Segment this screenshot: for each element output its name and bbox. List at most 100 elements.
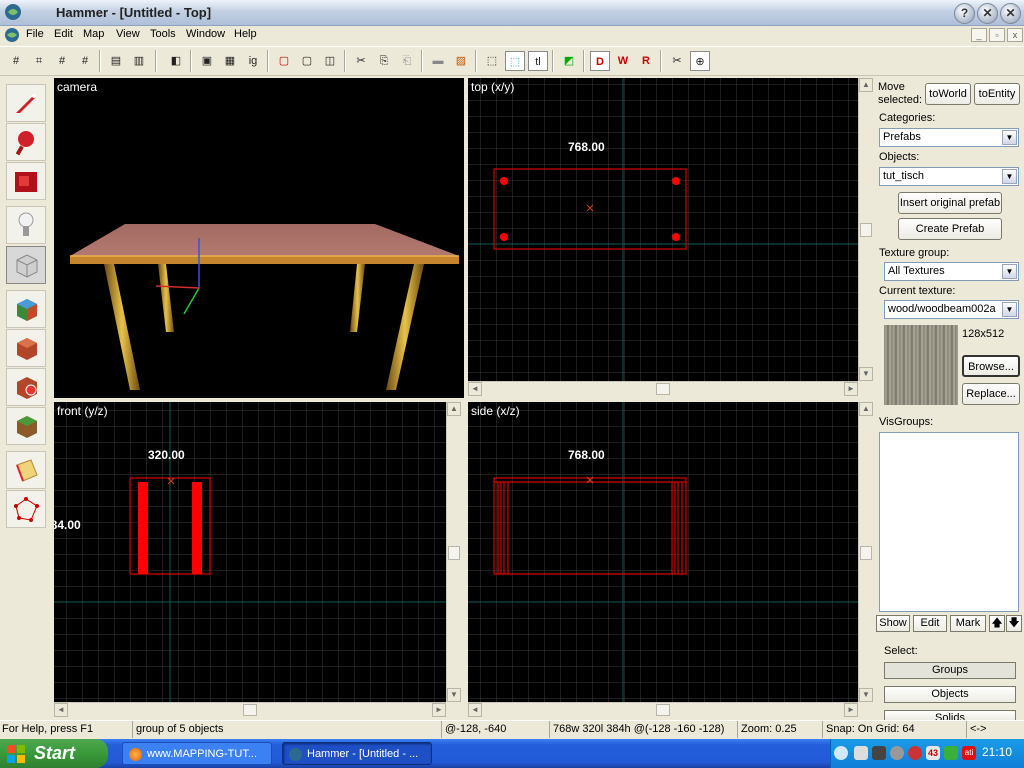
menu-view[interactable]: View xyxy=(116,28,140,40)
side-horizontal-scrollbar[interactable]: ◄ ► xyxy=(468,702,858,717)
grid-larger-icon[interactable]: # xyxy=(75,51,95,71)
toggle-vertex-icon[interactable]: W xyxy=(613,51,633,71)
categories-select[interactable]: Prefabs ▼ xyxy=(879,128,1019,147)
close-button[interactable]: ✕ xyxy=(1000,3,1021,24)
viewport-label-top: top (x/y) xyxy=(471,80,515,94)
texture-apply-icon[interactable]: ▨ xyxy=(451,51,471,71)
select-box-icon[interactable]: ⬚ xyxy=(482,51,502,71)
front-viewport-grid xyxy=(54,402,446,702)
front-vertical-scrollbar[interactable]: ▲ ▼ xyxy=(446,402,461,702)
start-button[interactable]: Start xyxy=(0,739,108,768)
status-help: For Help, press F1 xyxy=(2,723,94,735)
title-bar[interactable]: Hammer - [Untitled - Top] ? ✕ ✕ xyxy=(0,0,1024,26)
entity-tool-button[interactable] xyxy=(6,206,46,244)
arrow-down-icon[interactable]: 🡇 xyxy=(1006,615,1022,632)
scissors-clip-icon[interactable]: ✂ xyxy=(667,51,687,71)
insert-original-prefab-button[interactable]: Insert original prefab xyxy=(898,192,1002,214)
front-horizontal-scrollbar[interactable]: ◄ ► xyxy=(54,702,446,717)
side-viewport[interactable]: side (x/z) 768.00 xyxy=(468,402,858,702)
top-width-dimension: 768.00 xyxy=(568,140,605,154)
taskbar-item-hammer[interactable]: Hammer - [Untitled - ... xyxy=(282,742,432,765)
tray-steam-icon[interactable] xyxy=(854,746,868,760)
menu-map[interactable]: Map xyxy=(83,28,104,40)
edit-visgroups-icon[interactable]: ◫ xyxy=(320,51,340,71)
tray-ati-icon[interactable] xyxy=(908,746,922,760)
cut-icon[interactable]: ✂ xyxy=(351,51,371,71)
selection-icon[interactable]: ⬚ xyxy=(505,51,525,71)
grid-toggle-icon[interactable]: # xyxy=(6,51,26,71)
menu-help[interactable]: Help xyxy=(234,28,257,40)
grid-smaller-icon[interactable]: # xyxy=(52,51,72,71)
move-to-world-icon[interactable]: ▦ xyxy=(220,51,240,71)
visgroups-list[interactable] xyxy=(879,432,1019,612)
visgroup-show-button[interactable]: Show xyxy=(876,615,910,632)
menu-edit[interactable]: Edit xyxy=(54,28,73,40)
status-size: 768w 320l 384h @(-128 -160 -128) xyxy=(553,723,725,735)
compass-icon[interactable]: ⊕ xyxy=(690,51,710,71)
menu-window[interactable]: Window xyxy=(186,28,225,40)
toggle-3d-grid-icon[interactable]: D xyxy=(590,51,610,71)
flip-icon[interactable]: ◩ xyxy=(559,51,579,71)
create-prefab-button[interactable]: Create Prefab xyxy=(898,218,1002,240)
visgroup-mark-button[interactable]: Mark xyxy=(950,615,986,632)
clipping-tool-button[interactable] xyxy=(6,451,46,489)
to-entity-button[interactable]: toEntity xyxy=(974,83,1020,105)
browse-button[interactable]: Browse... xyxy=(962,355,1020,377)
side-vertical-scrollbar[interactable]: ▲ ▼ xyxy=(858,402,873,702)
vertex-tool-button[interactable] xyxy=(6,490,46,528)
restore-button[interactable]: ✕ xyxy=(977,3,998,24)
camera-viewport[interactable]: camera xyxy=(54,78,464,398)
magnify-tool-button[interactable] xyxy=(6,123,46,161)
taskbar-item-browser[interactable]: www.MAPPING-TUT... xyxy=(122,742,272,765)
paste-icon[interactable]: ⎗ xyxy=(397,51,417,71)
tray-expand-icon[interactable] xyxy=(834,746,848,760)
selection-tool-button[interactable] xyxy=(6,84,46,122)
carve-icon[interactable]: ▤ xyxy=(106,51,126,71)
front-width-dimension: 320.00 xyxy=(148,448,185,462)
select-groups-button[interactable]: Groups xyxy=(884,662,1016,679)
apply-texture-button[interactable] xyxy=(6,329,46,367)
grid-3d-icon[interactable]: ⌗ xyxy=(29,51,49,71)
toggle-run-map-icon[interactable]: R xyxy=(636,51,656,71)
texture-lock-icon[interactable]: ▬ xyxy=(428,51,448,71)
to-world-button[interactable]: toWorld xyxy=(925,83,971,105)
select-solids-button[interactable]: Solids xyxy=(884,710,1016,720)
hide-items-icon[interactable]: ▢ xyxy=(274,51,294,71)
front-viewport[interactable]: front (y/z) 320.00 384.00 xyxy=(54,402,446,702)
top-vertical-scrollbar[interactable]: ▲ ▼ xyxy=(858,78,873,381)
arrow-up-icon[interactable]: 🡅 xyxy=(989,615,1005,632)
tray-ati-tool-icon[interactable]: ati xyxy=(962,746,976,760)
tray-network-icon[interactable] xyxy=(944,746,958,760)
tray-counter-icon[interactable]: 43 xyxy=(926,746,940,760)
objects-select[interactable]: tut_tisch ▼ xyxy=(879,167,1019,186)
current-texture-select[interactable]: wood/woodbeam002a ▼ xyxy=(884,300,1019,319)
texture-application-button[interactable] xyxy=(6,290,46,328)
select-objects-button[interactable]: Objects xyxy=(884,686,1016,703)
chevron-down-icon: ▼ xyxy=(1002,130,1017,145)
menu-file[interactable]: File xyxy=(26,28,44,40)
visgroup-edit-button[interactable]: Edit xyxy=(913,615,947,632)
mdi-restore-button[interactable]: ▫ xyxy=(989,28,1005,42)
overlay-tool-button[interactable] xyxy=(6,407,46,445)
texture-lock-toggle-icon[interactable]: tl xyxy=(528,51,548,71)
decal-tool-button[interactable] xyxy=(6,368,46,406)
tray-disc-icon[interactable] xyxy=(890,746,904,760)
mdi-close-button[interactable]: x xyxy=(1007,28,1023,42)
show-items-icon[interactable]: ▢ xyxy=(297,51,317,71)
ignore-groups-icon[interactable]: ig xyxy=(243,51,263,71)
replace-button[interactable]: Replace... xyxy=(962,383,1020,405)
group-icon[interactable]: ◧ xyxy=(166,51,186,71)
top-horizontal-scrollbar[interactable]: ◄ ► xyxy=(468,381,858,396)
texture-group-select[interactable]: All Textures ▼ xyxy=(884,262,1019,281)
block-tool-button[interactable] xyxy=(6,246,46,284)
mdi-minimize-button[interactable]: _ xyxy=(971,28,987,42)
top-viewport[interactable]: top (x/y) 768.00 xyxy=(468,78,858,381)
menu-tools[interactable]: Tools xyxy=(150,28,176,40)
minimize-button[interactable]: ? xyxy=(954,3,975,24)
copy-icon[interactable]: ⎘ xyxy=(374,51,394,71)
block-icon xyxy=(16,254,38,278)
camera-tool-button[interactable] xyxy=(6,162,46,200)
tie-entity-icon[interactable]: ▣ xyxy=(197,51,217,71)
hollow-icon[interactable]: ▥ xyxy=(129,51,149,71)
tray-nvidia-icon[interactable] xyxy=(872,746,886,760)
